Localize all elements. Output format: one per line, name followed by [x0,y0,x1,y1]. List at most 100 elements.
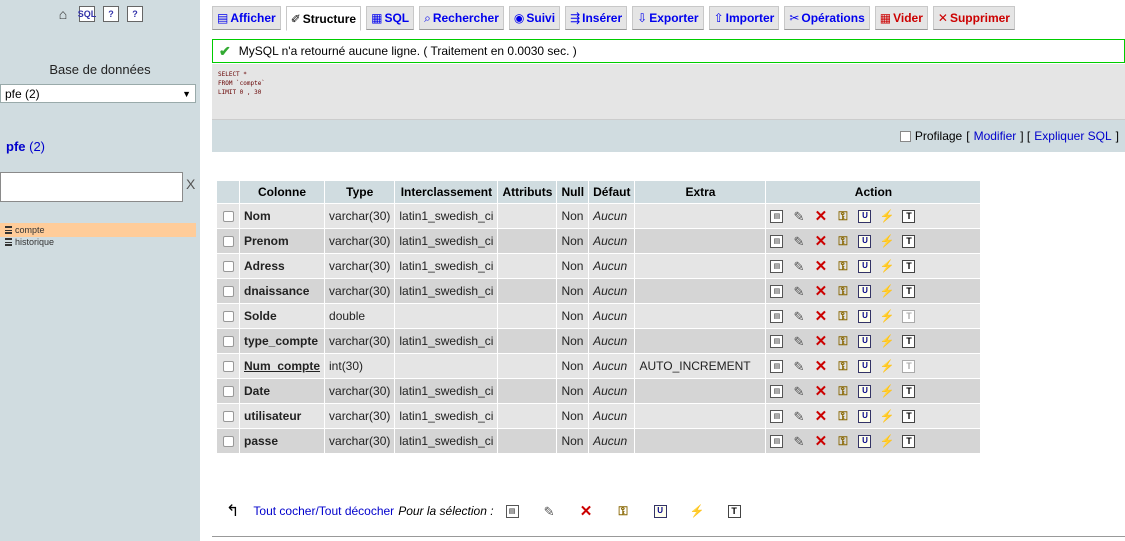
tab-insrer[interactable]: ⇶ Insérer [565,6,628,30]
edit-icon[interactable]: ✎ [792,260,805,273]
edit-icon[interactable]: ✎ [792,385,805,398]
unique-icon[interactable]: U [858,409,872,423]
index-icon[interactable]: ⚡ [879,210,894,223]
primary-key-icon[interactable]: ⚿ [836,285,849,298]
index-icon[interactable]: ⚡ [879,260,894,273]
unique-icon[interactable]: U [858,259,872,273]
drop-icon[interactable]: ✕ [814,384,828,399]
modifier-link[interactable]: Modifier [974,129,1017,143]
primary-key-icon[interactable]: ⚿ [836,435,849,448]
primary-key-icon[interactable]: ⚿ [836,335,849,348]
unique-icon[interactable]: U [858,234,872,248]
browse-icon[interactable]: ▤ [770,359,784,373]
browse-icon[interactable]: ▤ [770,434,784,448]
row-checkbox[interactable] [222,336,234,348]
edit-icon[interactable]: ✎ [543,505,556,518]
edit-icon[interactable]: ✎ [792,435,805,448]
edit-icon[interactable]: ✎ [792,410,805,423]
table-link-historique[interactable]: historique [0,235,196,249]
browse-icon[interactable]: ▤ [770,409,784,423]
edit-icon[interactable]: ✎ [792,310,805,323]
check-all-link[interactable]: Tout cocher [253,504,315,518]
unique-icon[interactable]: U [858,284,872,298]
drop-icon[interactable]: ✕ [814,259,828,274]
edit-icon[interactable]: ✎ [792,335,805,348]
explain-sql-link[interactable]: Expliquer SQL [1034,129,1111,143]
unique-icon[interactable]: U [858,359,872,373]
drop-icon[interactable]: ✕ [814,409,828,424]
browse-icon[interactable]: ▤ [505,504,519,518]
tab-importer[interactable]: ⇧ Importer [708,6,780,30]
fulltext-icon[interactable]: T [902,209,916,223]
docs-icon[interactable]: ? [103,6,119,22]
index-icon[interactable]: ⚡ [879,310,894,323]
index-icon[interactable]: ⚡ [879,385,894,398]
index-icon[interactable]: ⚡ [690,505,705,518]
row-checkbox[interactable] [222,361,234,373]
uncheck-all-link[interactable]: Tout décocher [319,504,394,518]
primary-key-icon[interactable]: ⚿ [836,260,849,273]
table-icon[interactable] [5,238,12,246]
primary-key-icon[interactable]: ⚿ [836,310,849,323]
sql-query-icon[interactable]: SQL [78,6,96,22]
header-colonne[interactable]: Colonne [240,181,325,203]
tab-supprimer[interactable]: ✕ Supprimer [932,6,1015,30]
header-extra[interactable]: Extra [635,181,766,203]
row-checkbox[interactable] [222,236,234,248]
row-checkbox[interactable] [222,261,234,273]
fulltext-icon[interactable]: T [902,284,916,298]
browse-icon[interactable]: ▤ [770,334,784,348]
fulltext-icon[interactable]: T [902,334,916,348]
unique-icon[interactable]: U [858,209,872,223]
profiling-checkbox[interactable] [899,130,911,142]
row-checkbox[interactable] [222,386,234,398]
drop-icon[interactable]: ✕ [814,284,828,299]
index-icon[interactable]: ⚡ [879,410,894,423]
header-attributs[interactable]: Attributs [498,181,557,203]
primary-key-icon[interactable]: ⚿ [836,385,849,398]
edit-icon[interactable]: ✎ [792,235,805,248]
tab-vider[interactable]: ▦ Vider [874,6,928,30]
home-icon[interactable]: ⌂ [55,6,71,22]
unique-icon[interactable]: U [858,434,872,448]
tab-afficher[interactable]: ▤ Afficher [212,6,281,30]
browse-icon[interactable]: ▤ [770,209,784,223]
fulltext-icon[interactable]: T [902,259,916,273]
unique-icon[interactable]: U [858,309,872,323]
drop-icon[interactable]: ✕ [814,334,828,349]
fulltext-icon[interactable]: T [727,504,741,518]
edit-icon[interactable]: ✎ [792,210,805,223]
row-checkbox[interactable] [222,211,234,223]
fulltext-icon[interactable]: T [902,434,916,448]
drop-icon[interactable]: ✕ [814,434,828,449]
tab-exporter[interactable]: ⇩ Exporter [632,6,704,30]
index-icon[interactable]: ⚡ [879,360,894,373]
help-icon[interactable]: ? [127,6,143,22]
row-checkbox[interactable] [222,311,234,323]
table-icon[interactable] [5,226,12,234]
unique-icon[interactable]: U [653,504,667,518]
browse-icon[interactable]: ▤ [770,259,784,273]
fulltext-icon[interactable]: T [902,409,916,423]
primary-key-icon[interactable]: ⚿ [836,235,849,248]
tab-suivi[interactable]: ◉ Suivi [508,6,561,30]
drop-icon[interactable]: ✕ [580,504,593,519]
browse-icon[interactable]: ▤ [770,309,784,323]
primary-key-icon[interactable]: ⚿ [836,360,849,373]
row-checkbox[interactable] [222,436,234,448]
row-checkbox[interactable] [222,411,234,423]
table-filter-input[interactable] [0,172,183,202]
edit-icon[interactable]: ✎ [792,360,805,373]
fulltext-icon[interactable]: T [902,234,916,248]
index-icon[interactable]: ⚡ [879,335,894,348]
clear-filter-button[interactable]: X [186,176,195,192]
index-icon[interactable]: ⚡ [879,435,894,448]
database-select[interactable]: pfe (2) ▼ [0,84,196,103]
drop-icon[interactable]: ✕ [814,359,828,374]
header-null[interactable]: Null [557,181,589,203]
index-icon[interactable]: ⚡ [879,235,894,248]
drop-icon[interactable]: ✕ [814,209,828,224]
tab-sql[interactable]: ▦ SQL [366,6,415,30]
db-heading[interactable]: pfe (2) [6,139,45,154]
tab-oprations[interactable]: ✂ Opérations [784,6,870,30]
